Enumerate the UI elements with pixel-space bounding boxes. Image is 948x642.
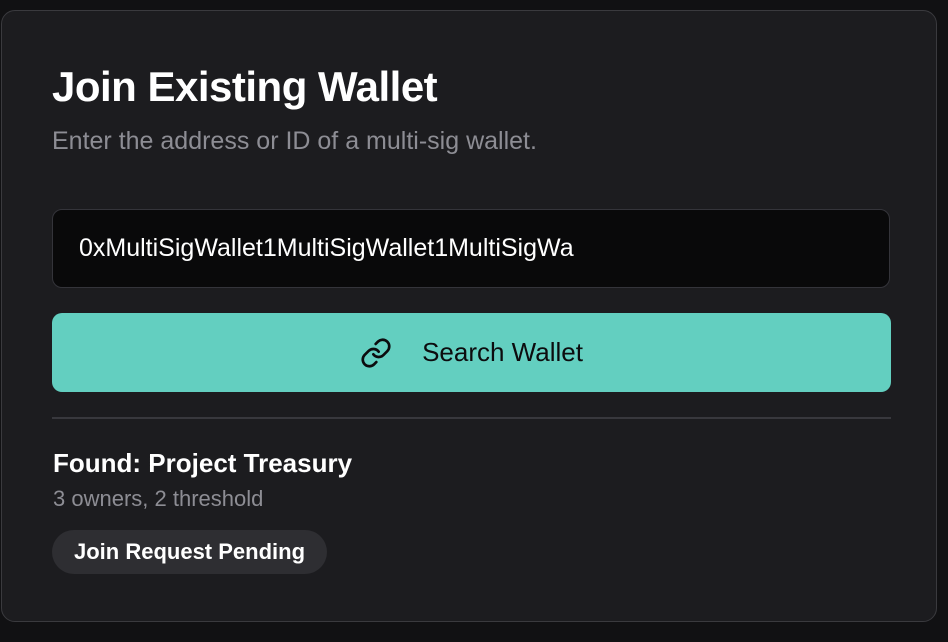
divider (52, 417, 891, 419)
page-subtitle: Enter the address or ID of a multi-sig w… (52, 127, 537, 155)
join-wallet-card: Join Existing Wallet Enter the address o… (1, 10, 937, 622)
found-wallet-details: 3 owners, 2 threshold (53, 486, 264, 511)
page-title: Join Existing Wallet (52, 63, 438, 110)
found-wallet-name: Found: Project Treasury (53, 448, 353, 478)
link-icon (360, 337, 392, 369)
status-badge: Join Request Pending (52, 530, 328, 574)
search-wallet-button[interactable]: Search Wallet (52, 313, 891, 392)
wallet-address-input[interactable] (52, 209, 890, 288)
search-wallet-label: Search Wallet (422, 337, 583, 367)
status-badge-label: Join Request Pending (74, 539, 306, 564)
